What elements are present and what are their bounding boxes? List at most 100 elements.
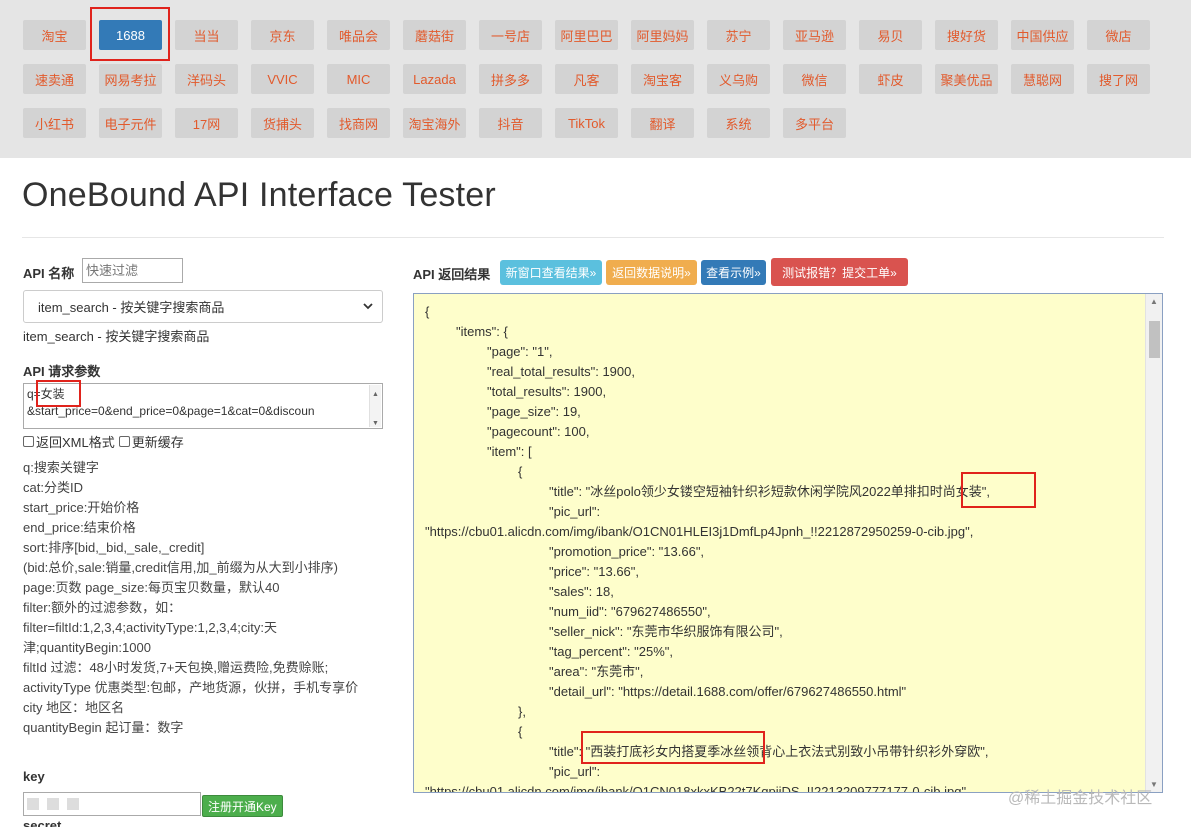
platform-tab[interactable]: 找商网 [327, 108, 390, 138]
report-issue-button[interactable]: 测试报错？提交工单» [771, 258, 908, 286]
param-doc-line: start_price:开始价格 [23, 500, 140, 515]
platform-tab[interactable]: 淘宝海外 [403, 108, 466, 138]
platform-tab[interactable]: 系统 [707, 108, 770, 138]
platform-tab[interactable]: 易贝 [859, 20, 922, 50]
param-docs: q:搜索关键字 cat:分类ID start_price:开始价格 end_price… [23, 458, 378, 738]
platform-tab[interactable]: 网易考拉 [99, 64, 162, 94]
platform-tab[interactable]: 微信 [783, 64, 846, 94]
key-label: key [23, 769, 45, 784]
api-select[interactable]: item_search - 按关键字搜索商品 [23, 290, 383, 323]
param-doc-line: cat:分类ID [23, 480, 83, 495]
json-line: "detail_url": "https://detail.1688.com/o… [549, 684, 907, 699]
platform-tab[interactable]: 蘑菇街 [403, 20, 466, 50]
param-doc-line: filter=filtId:1,2,3,4;activityType:1,2,3… [23, 620, 277, 655]
param-doc-line: (bid:总价,sale:销量,credit信用,加_前缀为从大到小排序) [23, 560, 338, 575]
param-doc-line: end_price:结束价格 [23, 520, 136, 535]
scrollbar-thumb[interactable] [1149, 321, 1160, 358]
json-line: "pic_url": [549, 504, 601, 519]
platform-tab[interactable]: 小红书 [23, 108, 86, 138]
platform-tab[interactable]: 17网 [175, 108, 238, 138]
json-line: { [425, 304, 430, 319]
platform-tab[interactable]: 义乌购 [707, 64, 770, 94]
request-params-textarea[interactable]: q=女装 &start_price=0&end_price=0&page=1&c… [23, 383, 383, 429]
json-line: "items": { [456, 324, 508, 339]
scroll-up-icon: ▲ [1150, 297, 1158, 306]
param-doc-line: quantityBegin 起订量：数字 [23, 720, 184, 735]
textarea-scrollbar[interactable]: ▲ ▼ [369, 385, 381, 427]
masked-key [27, 798, 79, 810]
scroll-down-icon: ▼ [372, 420, 379, 427]
json-line: "title": "西装打底衫女内搭夏季冰丝领背心上衣法式别致小吊带针织衫外穿欧… [549, 744, 989, 759]
platform-tabs: 淘宝 1688 当当 京东 唯品会 蘑菇街 一号店 阿里巴巴 阿里妈妈 苏宁 亚马逊 易贝 搜好货 中国供… [23, 20, 1163, 138]
platform-tab[interactable]: 当当 [175, 20, 238, 50]
platform-tab[interactable]: 阿里妈妈 [631, 20, 694, 50]
platform-tab[interactable]: 淘宝 [23, 20, 86, 50]
platform-tab[interactable]: 洋码头 [175, 64, 238, 94]
platform-tab[interactable]: 拼多多 [479, 64, 542, 94]
json-line: "pic_url": [549, 764, 601, 779]
param-doc-line: sort:排序[bid,_bid,_sale,_credit] [23, 540, 205, 555]
platform-tab[interactable]: 一号店 [479, 20, 542, 50]
json-line: "promotion_price": "13.66", [549, 544, 705, 559]
json-line: "tag_percent": "25%", [549, 644, 673, 659]
json-line: "item": [ [487, 444, 532, 459]
api-name-label: API 名称 [23, 266, 75, 281]
json-result: {"items": {"page": "1", "real_total_resul… [425, 302, 1145, 792]
platform-tab[interactable]: Lazada [403, 64, 466, 94]
platform-tab[interactable]: 苏宁 [707, 20, 770, 50]
view-example-button[interactable]: 查看示例» [701, 260, 766, 285]
api-filter-input[interactable] [82, 258, 183, 283]
platform-tab[interactable]: 翻译 [631, 108, 694, 138]
chevron-down-icon [362, 300, 374, 315]
platform-tab[interactable]: 速卖通 [23, 64, 86, 94]
key-input[interactable] [23, 792, 201, 816]
data-description-button[interactable]: 返回数据说明» [606, 260, 697, 285]
register-key-button[interactable]: 注册开通Key [202, 795, 283, 817]
cache-checkbox[interactable] [118, 436, 130, 447]
platform-tab[interactable]: 微店 [1087, 20, 1150, 50]
platform-tab[interactable]: 电子元件 [99, 108, 162, 138]
watermark: @稀土掘金技术社区 [1008, 790, 1153, 807]
platform-tab[interactable]: 亚马逊 [783, 20, 846, 50]
platform-tab[interactable]: 唯品会 [327, 20, 390, 50]
title-divider [22, 237, 1164, 238]
platform-tab[interactable]: 1688 [99, 20, 162, 50]
platform-bar: 淘宝 1688 当当 京东 唯品会 蘑菇街 一号店 阿里巴巴 阿里妈妈 苏宁 亚马逊 易贝 搜好货 中国供… [0, 0, 1191, 158]
json-line: "real_total_results": 1900, [487, 364, 635, 379]
request-line-1: q=女装 [27, 387, 65, 401]
param-doc-line: q:搜索关键字 [23, 460, 99, 475]
platform-tab[interactable]: 凡客 [555, 64, 618, 94]
scroll-up-icon: ▲ [372, 391, 379, 398]
platform-tab[interactable]: 慧聪网 [1011, 64, 1074, 94]
json-line: "pagecount": 100, [487, 424, 590, 439]
platform-tab[interactable]: 抖音 [479, 108, 542, 138]
param-doc-line: activityType 优惠类型:包邮，产地货源，伙拼，手机专享价 [23, 680, 359, 695]
result-textarea[interactable]: {"items": {"page": "1", "real_total_resul… [413, 293, 1163, 793]
platform-tab[interactable]: 搜好货 [935, 20, 998, 50]
platform-tab[interactable]: MIC [327, 64, 390, 94]
param-doc-line: filter:额外的过滤参数，如： [23, 600, 182, 615]
result-scrollbar[interactable]: ▲ ▼ [1145, 294, 1162, 792]
json-line: { [518, 724, 523, 739]
platform-tab[interactable]: 淘宝客 [631, 64, 694, 94]
xml-checkbox[interactable] [23, 436, 34, 447]
platform-tab[interactable]: VVIC [251, 64, 314, 94]
platform-tab[interactable]: 聚美优品 [935, 64, 998, 94]
platform-tab[interactable]: 阿里巴巴 [555, 20, 618, 50]
json-line: "num_iid": "679627486550", [549, 604, 711, 619]
param-doc-line: page:页数 page_size:每页宝贝数量，默认40 [23, 580, 280, 595]
api-select-value: item_search - 按关键字搜索商品 [38, 300, 225, 315]
param-doc-line: filtId 过滤：48小时发货,7+天包换,赠运费险,免费赊账; [23, 660, 329, 675]
new-window-button[interactable]: 新窗口查看结果» [500, 260, 602, 285]
platform-tab[interactable]: 中国供应 [1011, 20, 1074, 50]
json-line: "sales": 18, [549, 584, 614, 599]
cache-checkbox-label: 更新缓存 [131, 435, 184, 450]
json-line: "area": "东莞市", [549, 664, 644, 679]
platform-tab[interactable]: 货捕头 [251, 108, 314, 138]
platform-tab[interactable]: TikTok [555, 108, 618, 138]
platform-tab[interactable]: 搜了网 [1087, 64, 1150, 94]
json-line: "title": "冰丝polo领少女镂空短袖针织衫短款休闲学院风2022单排扣… [549, 484, 991, 499]
platform-tab[interactable]: 多平台 [783, 108, 846, 138]
platform-tab[interactable]: 虾皮 [859, 64, 922, 94]
platform-tab[interactable]: 京东 [251, 20, 314, 50]
